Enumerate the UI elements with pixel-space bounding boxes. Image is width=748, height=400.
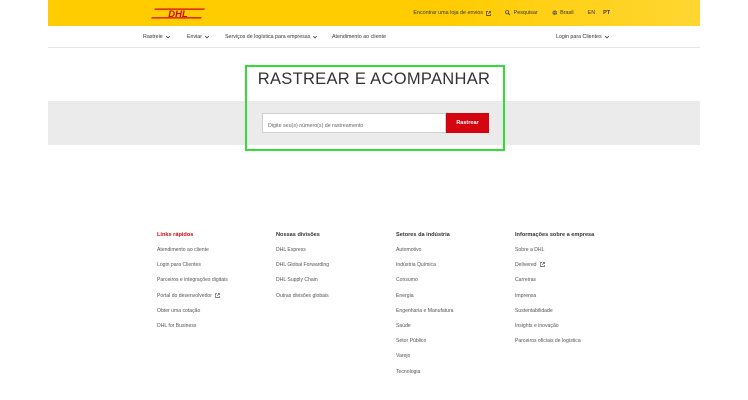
footer-link[interactable]: Setor Público xyxy=(396,338,506,353)
footer-link[interactable]: DHL Express xyxy=(276,247,386,262)
footer-link[interactable]: Energia xyxy=(396,293,506,308)
chevron-down-icon xyxy=(165,35,170,39)
footer-link[interactable]: Engenharia e Manufatura xyxy=(396,308,506,323)
nav-login-label: Login para Clientes xyxy=(556,34,602,40)
lang-en[interactable]: EN xyxy=(588,10,596,16)
footer-link[interactable]: Parceiros oficiais de logística xyxy=(515,338,625,353)
tracking-highlight-box xyxy=(245,65,505,151)
nav-enviar[interactable]: Enviar xyxy=(187,26,210,48)
search-link[interactable]: Pesquisar xyxy=(505,10,538,16)
footer-col-industry: Setores da indústria Automotivo Indústri… xyxy=(396,232,506,384)
footer-col-quick-links: Links rápidos Atendimento ao cliente Log… xyxy=(157,232,267,338)
find-store-label: Encontrar uma loja de envios xyxy=(413,10,484,16)
country-selector[interactable]: Brasil xyxy=(552,10,574,16)
external-link-icon xyxy=(215,292,220,298)
country-label: Brasil xyxy=(560,10,574,16)
nav-atendimento[interactable]: Atendimento ao cliente xyxy=(332,26,386,48)
nav-rastreie-label: Rastreie xyxy=(143,34,163,40)
footer-link[interactable]: Insights e inovação xyxy=(515,323,625,338)
external-link-icon xyxy=(539,262,545,268)
footer-link[interactable]: Varejo xyxy=(396,353,506,368)
footer-link[interactable]: Obter uma cotação xyxy=(157,308,267,323)
footer-link[interactable]: Carreiras xyxy=(515,277,625,292)
footer-link[interactable]: Atendimento ao cliente xyxy=(157,247,267,262)
footer-link[interactable]: Portal do desenvolvedor xyxy=(157,293,267,308)
footer-col-title: Setores da indústria xyxy=(396,232,450,238)
footer-link[interactable]: DHL for Business xyxy=(157,323,267,338)
footer-link[interactable]: Saúde xyxy=(396,323,506,338)
lang-pt[interactable]: PT xyxy=(603,10,610,16)
nav-servicos-label: Serviços de logística para empresas xyxy=(225,34,311,40)
footer-link[interactable]: Parceiros e integrações digitais xyxy=(157,277,267,292)
footer-col-divisions: Nossas divisões DHL Express DHL Global F… xyxy=(276,232,386,308)
top-links: Encontrar uma loja de envios Pesquisar B… xyxy=(413,0,700,26)
chevron-down-icon xyxy=(604,35,609,39)
dhl-logo[interactable]: DHL xyxy=(149,8,205,19)
footer-link[interactable]: Sustentabilidade xyxy=(515,308,625,323)
search-label: Pesquisar xyxy=(513,10,538,16)
svg-text:DHL: DHL xyxy=(168,9,188,19)
footer-col-title: Nossas divisões xyxy=(276,232,320,238)
globe-icon xyxy=(552,10,557,16)
footer-link[interactable]: Tecnologia xyxy=(396,369,506,384)
chevron-down-icon xyxy=(313,35,318,39)
top-bar: DHL Encontrar uma loja de envios Pesquis… xyxy=(48,0,700,26)
footer-col-title: Informações sobre a empresa xyxy=(515,232,595,238)
nav-atendimento-label: Atendimento ao cliente xyxy=(332,34,386,40)
footer-link[interactable]: DHL Supply Chain xyxy=(276,277,386,292)
search-icon xyxy=(505,10,511,16)
footer-link[interactable]: Automotivo xyxy=(396,247,506,262)
footer-link[interactable]: DHL Global Forwarding xyxy=(276,262,386,277)
nav-rastreie[interactable]: Rastreie xyxy=(143,26,171,48)
footer-link[interactable]: Imprensa xyxy=(515,293,625,308)
footer-col-company: Informações sobre a empresa Sobre a DHL … xyxy=(515,232,625,353)
footer-link[interactable]: Outras divisões globais xyxy=(276,293,386,308)
chevron-down-icon xyxy=(204,35,210,39)
footer-link[interactable]: Delivered xyxy=(515,262,625,277)
external-link-icon xyxy=(486,10,491,16)
nav-enviar-label: Enviar xyxy=(187,34,203,40)
nav-login[interactable]: Login para Clientes xyxy=(556,26,610,48)
find-store-link[interactable]: Encontrar uma loja de envios xyxy=(413,10,491,16)
main-nav: Rastreie Enviar Serviços de logística pa… xyxy=(48,26,700,48)
footer-link[interactable]: Login para Clientes xyxy=(157,262,267,277)
footer-col-title: Links rápidos xyxy=(157,232,194,238)
footer-link[interactable]: Consumo xyxy=(396,277,506,292)
footer-link[interactable]: Sobre a DHL xyxy=(515,247,625,262)
nav-servicos[interactable]: Serviços de logística para empresas xyxy=(225,26,318,48)
page: DHL Encontrar uma loja de envios Pesquis… xyxy=(48,0,700,400)
footer-link[interactable]: Indústria Química xyxy=(396,262,506,277)
